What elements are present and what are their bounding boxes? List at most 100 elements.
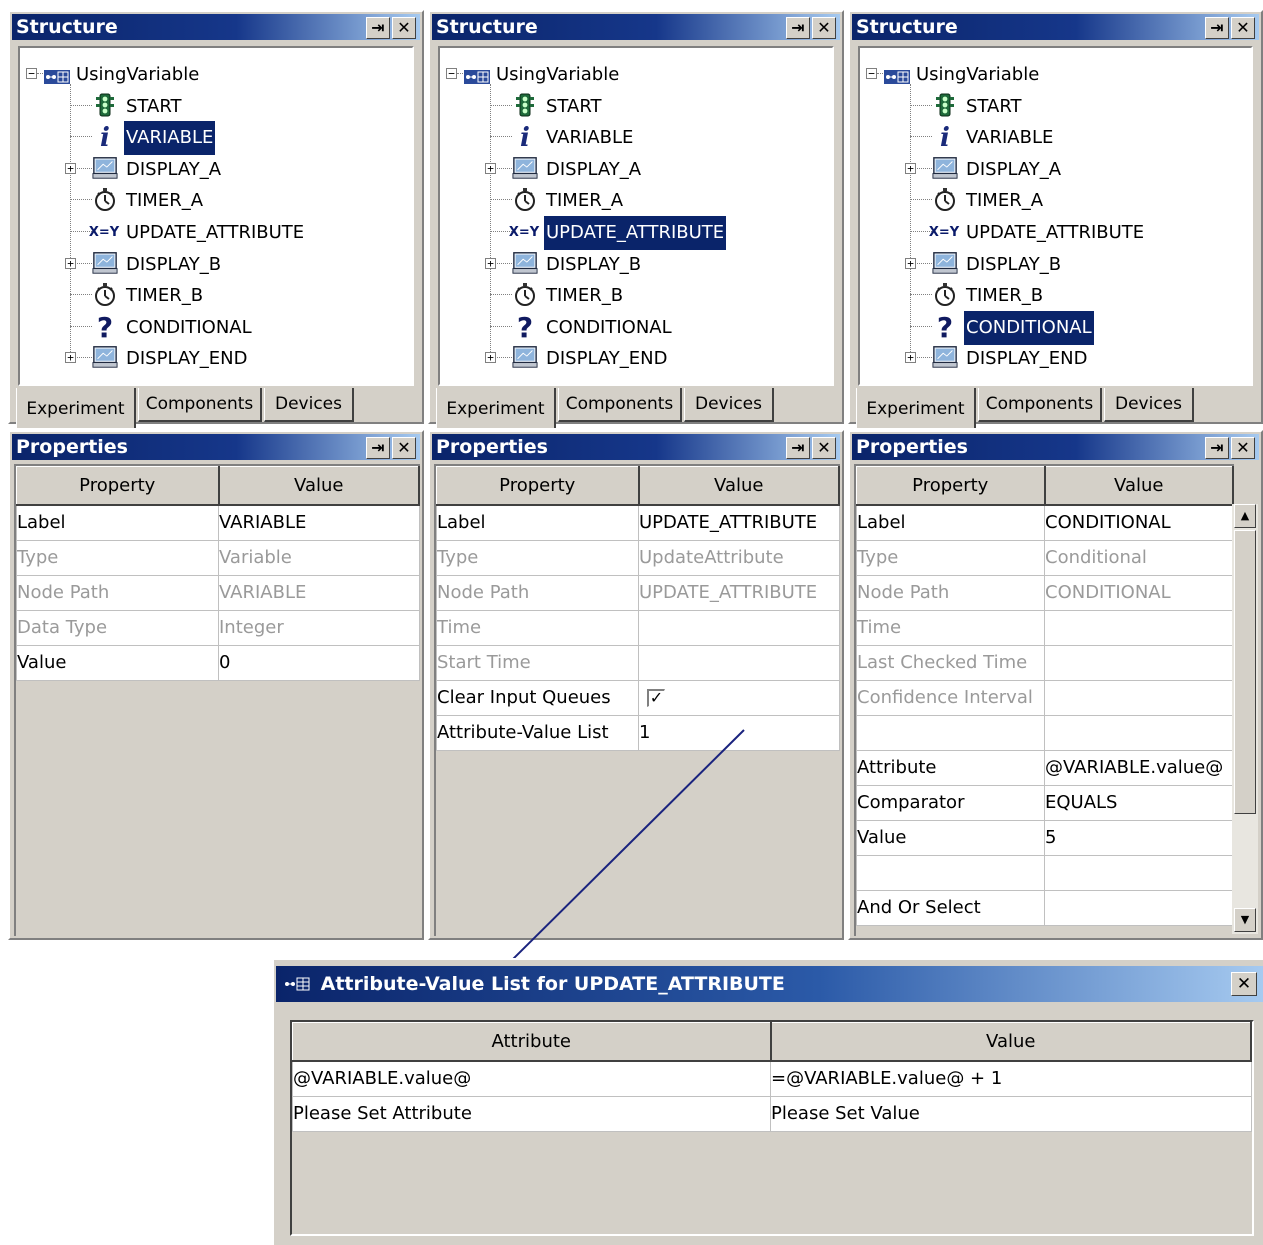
pin-icon[interactable]: ⇥ <box>1205 17 1229 39</box>
close-icon[interactable]: ✕ <box>812 17 836 39</box>
collapse-icon[interactable]: − <box>446 68 457 79</box>
expand-icon[interactable]: + <box>485 352 496 364</box>
tab-experiment[interactable]: Experiment <box>856 388 976 428</box>
property-value-cell[interactable] <box>1044 644 1234 681</box>
table-row[interactable]: Time <box>436 609 840 646</box>
property-value-cell[interactable]: UpdateAttribute <box>638 539 840 576</box>
tab-devices[interactable]: Devices <box>1104 388 1194 422</box>
property-value-cell[interactable] <box>1044 609 1234 646</box>
tree-node-update-attribute[interactable]: X=Y UPDATE_ATTRIBUTE <box>440 216 820 250</box>
tree-node-update-attribute[interactable]: X=Y UPDATE_ATTRIBUTE <box>860 216 1240 246</box>
tree-node-display-end[interactable]: + DISPLAY_END <box>20 342 400 372</box>
table-row[interactable]: Attribute-Value List 1 <box>436 714 840 751</box>
property-value-cell[interactable]: Variable <box>218 539 420 576</box>
pin-icon[interactable]: ⇥ <box>366 437 390 459</box>
table-row[interactable]: Time <box>856 609 1234 646</box>
property-value-cell[interactable] <box>1044 889 1234 926</box>
tree-node-timer-a[interactable]: TIMER_A <box>20 184 400 214</box>
column-header-value[interactable]: Value <box>638 466 840 506</box>
tree-node-display-a[interactable]: + DISPLAY_A <box>440 153 820 183</box>
tree-node-timer-a[interactable]: TIMER_A <box>860 184 1240 214</box>
column-header-attribute[interactable]: Attribute <box>292 1022 772 1062</box>
table-row[interactable]: Node Path CONDITIONAL <box>856 574 1234 611</box>
property-value-cell[interactable]: CONDITIONAL <box>1044 504 1234 541</box>
property-value-cell[interactable]: UPDATE_ATTRIBUTE <box>638 504 840 541</box>
tree-node-display-end[interactable]: + DISPLAY_END <box>440 342 820 372</box>
scroll-thumb[interactable] <box>1234 530 1256 814</box>
collapse-icon[interactable]: − <box>26 68 37 79</box>
tree-node-display-b[interactable]: + DISPLAY_B <box>440 248 820 278</box>
close-icon[interactable]: ✕ <box>1231 972 1257 996</box>
table-row[interactable]: Type Conditional <box>856 539 1234 576</box>
expand-icon[interactable]: + <box>65 257 76 269</box>
column-header-value[interactable]: Value <box>218 466 420 506</box>
expand-icon[interactable]: + <box>485 162 496 174</box>
property-value-cell[interactable]: UPDATE_ATTRIBUTE <box>638 574 840 611</box>
pin-icon[interactable]: ⇥ <box>366 17 390 39</box>
property-value-cell[interactable]: VARIABLE <box>218 574 420 611</box>
table-row[interactable]: Label VARIABLE <box>16 504 420 541</box>
tree-node-conditional[interactable]: ? CONDITIONAL <box>440 311 820 341</box>
value-cell[interactable]: =@VARIABLE.value@ + 1 <box>770 1060 1252 1097</box>
tab-components[interactable]: Components <box>558 388 682 422</box>
tree-node-start[interactable]: START <box>860 90 1240 120</box>
close-icon[interactable]: ✕ <box>392 17 416 39</box>
tree-node-variable[interactable]: i VARIABLE <box>20 121 400 156</box>
close-icon[interactable]: ✕ <box>1231 17 1255 39</box>
close-icon[interactable]: ✕ <box>392 437 416 459</box>
tree-node-display-a[interactable]: + DISPLAY_A <box>860 153 1240 183</box>
tab-components[interactable]: Components <box>138 388 262 422</box>
property-value-cell[interactable]: 5 <box>1044 819 1234 856</box>
close-icon[interactable]: ✕ <box>1231 437 1255 459</box>
table-row[interactable]: Value 0 <box>16 644 420 681</box>
expand-icon[interactable]: + <box>905 162 916 174</box>
table-row[interactable] <box>856 854 1234 891</box>
table-row[interactable]: Label CONDITIONAL <box>856 504 1234 541</box>
table-row[interactable]: Confidence Interval <box>856 679 1234 716</box>
property-value-cell[interactable]: EQUALS <box>1044 784 1234 821</box>
tree-node-timer-b[interactable]: TIMER_B <box>440 279 820 309</box>
table-row[interactable]: Attribute @VARIABLE.value@ <box>856 749 1234 786</box>
column-header-property[interactable]: Property <box>16 466 220 506</box>
table-row[interactable]: Type Variable <box>16 539 420 576</box>
column-header-property[interactable]: Property <box>436 466 640 506</box>
property-value-cell[interactable]: VARIABLE <box>218 504 420 541</box>
tree-node-start[interactable]: START <box>440 90 820 120</box>
scroll-down-arrow-icon[interactable]: ▼ <box>1234 908 1256 932</box>
collapse-icon[interactable]: − <box>866 68 877 79</box>
expand-icon[interactable]: + <box>905 352 916 364</box>
property-value-cell[interactable] <box>1044 854 1234 891</box>
clear-input-queues-checkbox[interactable]: ✓ <box>647 689 665 707</box>
scroll-up-arrow-icon[interactable]: ▲ <box>1234 504 1256 528</box>
property-value-cell[interactable] <box>1044 714 1234 751</box>
tree-node-display-a[interactable]: + DISPLAY_A <box>20 153 400 183</box>
tree-node-start[interactable]: START <box>20 90 400 120</box>
attribute-cell[interactable]: @VARIABLE.value@ <box>292 1060 771 1097</box>
tab-devices[interactable]: Devices <box>264 388 354 422</box>
column-header-property[interactable]: Property <box>856 466 1046 506</box>
table-row[interactable]: Node Path UPDATE_ATTRIBUTE <box>436 574 840 611</box>
tree-node-variable[interactable]: i VARIABLE <box>440 121 820 151</box>
property-value-cell[interactable]: 0 <box>218 644 420 681</box>
property-value-cell[interactable] <box>638 644 840 681</box>
table-row[interactable]: Clear Input Queues ✓ <box>436 679 840 716</box>
tree-node-conditional[interactable]: ? CONDITIONAL <box>860 310 1240 345</box>
table-row[interactable]: And Or Select <box>856 889 1234 926</box>
tree-node-timer-b[interactable]: TIMER_B <box>860 279 1240 309</box>
property-value-cell[interactable] <box>638 609 840 646</box>
tree-node-display-b[interactable]: + DISPLAY_B <box>20 248 400 278</box>
tab-experiment[interactable]: Experiment <box>436 388 556 428</box>
attribute-cell[interactable]: Please Set Attribute <box>292 1095 771 1132</box>
pin-icon[interactable]: ⇥ <box>786 437 810 459</box>
table-row[interactable]: Please Set Attribute Please Set Value <box>292 1095 1252 1132</box>
table-row[interactable]: Node Path VARIABLE <box>16 574 420 611</box>
tree-node-variable[interactable]: i VARIABLE <box>860 121 1240 151</box>
table-row[interactable]: Last Checked Time <box>856 644 1234 681</box>
table-row[interactable]: Value 5 <box>856 819 1234 856</box>
property-value-cell[interactable]: Conditional <box>1044 539 1234 576</box>
table-row[interactable]: Label UPDATE_ATTRIBUTE <box>436 504 840 541</box>
table-row[interactable] <box>856 714 1234 751</box>
table-row[interactable]: Data Type Integer <box>16 609 420 646</box>
tree-node-timer-b[interactable]: TIMER_B <box>20 279 400 309</box>
property-value-cell[interactable]: ✓ <box>638 679 840 716</box>
